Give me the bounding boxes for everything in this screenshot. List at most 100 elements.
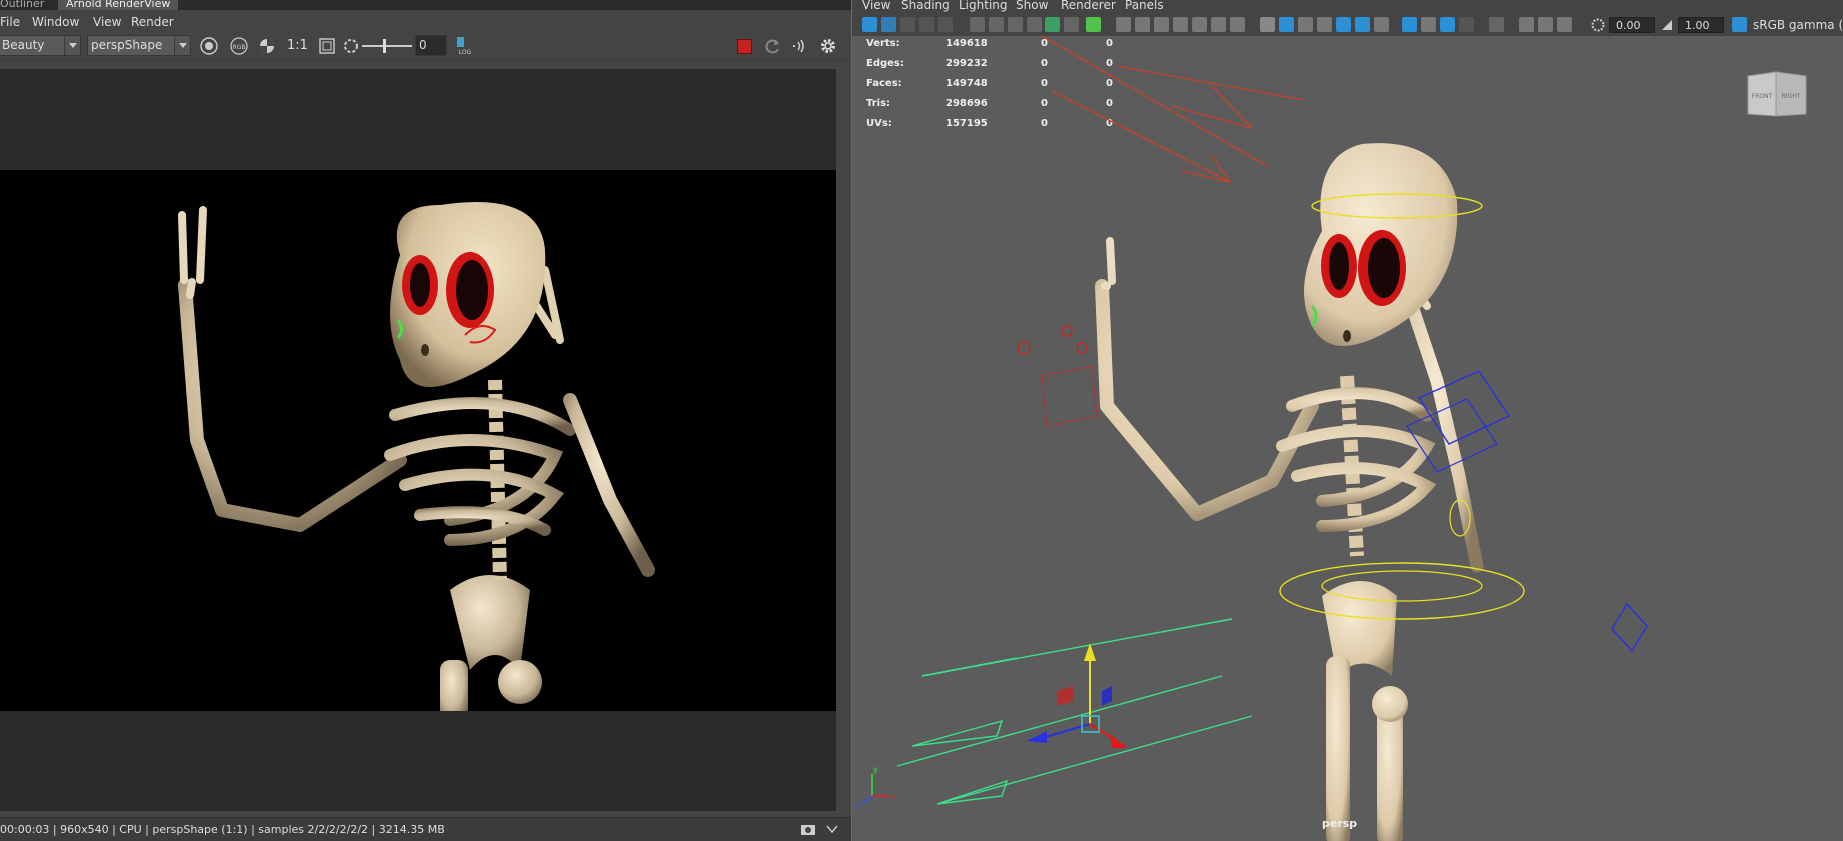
view-cube-front-label[interactable]: FRONT bbox=[1752, 93, 1773, 100]
snapshot-camera-icon[interactable] bbox=[800, 822, 816, 836]
axis-x-label: x bbox=[892, 792, 897, 801]
stop-render-button[interactable] bbox=[737, 39, 752, 54]
rgb-icon-label: RGB bbox=[233, 44, 246, 51]
alpha-toggle-icon[interactable] bbox=[257, 36, 277, 56]
gear-icon[interactable] bbox=[818, 36, 838, 56]
colorspace-label[interactable]: sRGB gamma (legacy) bbox=[1753, 18, 1843, 32]
exposure-icon bbox=[1591, 18, 1605, 32]
maya-viewport-panel: View Shading Lighting Show Renderer Pane… bbox=[852, 0, 1843, 841]
motion-blur-icon[interactable] bbox=[1317, 17, 1332, 32]
menu-panels[interactable]: Panels bbox=[1125, 0, 1164, 12]
film-gate-icon[interactable] bbox=[970, 17, 985, 32]
renderview-menubar: File Window View Render bbox=[0, 11, 851, 33]
wireframe-icon[interactable] bbox=[1116, 17, 1131, 32]
safe-action-icon[interactable] bbox=[1045, 17, 1060, 32]
move-manipulator[interactable] bbox=[1027, 643, 1128, 748]
gamma-icon bbox=[1662, 20, 1672, 30]
menu-view[interactable]: View bbox=[862, 0, 890, 12]
exposure-slider[interactable] bbox=[362, 39, 412, 53]
pixel-ratio-label[interactable]: 1:1 bbox=[287, 38, 308, 53]
exposure-icon[interactable] bbox=[341, 36, 361, 56]
camera-sequencer-icon[interactable] bbox=[1421, 17, 1436, 32]
gpu-override-icon[interactable] bbox=[1440, 17, 1455, 32]
xray-joints-icon[interactable] bbox=[1211, 17, 1226, 32]
wireframe-on-shaded-icon[interactable] bbox=[1173, 17, 1188, 32]
view-cube[interactable]: FRONT RIGHT bbox=[1746, 70, 1808, 120]
3d-viewport[interactable]: Verts: 149618 0 0 Edges: 299232 0 0 Face… bbox=[852, 36, 1843, 841]
screen-space-ao-icon[interactable] bbox=[1298, 17, 1313, 32]
render-status-text: 00:00:03 | 960x540 | CPU | perspShape (1… bbox=[0, 823, 445, 836]
tab-arnold-renderview[interactable]: Arnold RenderView bbox=[58, 0, 179, 10]
view-transform-icon[interactable] bbox=[1732, 17, 1747, 32]
exposure-field[interactable]: 0.00 bbox=[1609, 17, 1655, 33]
chevron-down-icon bbox=[64, 36, 80, 55]
view-cube-right-label[interactable]: RIGHT bbox=[1782, 93, 1801, 100]
xray-icon[interactable] bbox=[1192, 17, 1207, 32]
panel-tab-bar: Outliner Arnold RenderView bbox=[0, 0, 851, 10]
menu-view[interactable]: View bbox=[93, 15, 121, 29]
safe-title-icon[interactable] bbox=[1064, 17, 1079, 32]
log-icon-label: LOG bbox=[459, 49, 472, 56]
camera-dropdown[interactable]: perspShape bbox=[87, 35, 191, 56]
scene-geometry: y x z bbox=[855, 36, 1648, 841]
render-viewport[interactable] bbox=[0, 69, 836, 811]
ui-toggle-icon[interactable] bbox=[1459, 17, 1474, 32]
menu-show[interactable]: Show bbox=[1016, 0, 1048, 12]
gamma-field[interactable]: 1.00 bbox=[1678, 17, 1724, 33]
render-image bbox=[0, 170, 836, 711]
menu-window[interactable]: Window bbox=[32, 15, 79, 29]
crop-region-icon[interactable] bbox=[317, 36, 337, 56]
renderview-toolbar: Beauty perspShape RGB 1:1 0 LOG bbox=[0, 33, 851, 60]
isolate-select-icon[interactable] bbox=[1086, 17, 1101, 32]
axis-y-label: y bbox=[873, 765, 878, 774]
hardware-fog-icon[interactable] bbox=[1374, 17, 1389, 32]
camera-attributes-icon[interactable] bbox=[881, 17, 896, 32]
render-region-icon[interactable] bbox=[199, 36, 219, 56]
aov-dropdown-value: Beauty bbox=[2, 38, 45, 52]
rgb-channels-icon[interactable]: RGB bbox=[229, 36, 249, 56]
aov-dropdown[interactable]: Beauty bbox=[0, 35, 81, 56]
log-view-icon[interactable]: LOG bbox=[455, 36, 475, 56]
chevron-down-icon[interactable] bbox=[826, 824, 838, 834]
anti-aliasing-icon[interactable] bbox=[1336, 17, 1351, 32]
field-chart-icon[interactable] bbox=[1027, 17, 1042, 32]
area-lights-green[interactable] bbox=[896, 618, 1253, 805]
xray-active-components-icon[interactable] bbox=[1489, 17, 1504, 32]
select-camera-icon[interactable] bbox=[862, 17, 877, 32]
image-plane-icon[interactable] bbox=[919, 17, 934, 32]
menu-shading[interactable]: Shading bbox=[901, 0, 950, 12]
isolate-view-icon[interactable] bbox=[1402, 17, 1417, 32]
arnold-renderview-panel: Outliner Arnold RenderView File Window V… bbox=[0, 0, 851, 841]
resolution-gate-icon[interactable] bbox=[989, 17, 1004, 32]
tab-outliner[interactable]: Outliner bbox=[0, 0, 52, 10]
menu-lighting[interactable]: Lighting bbox=[959, 0, 1008, 12]
smooth-shade-icon[interactable] bbox=[1135, 17, 1150, 32]
exposure-slider-handle[interactable] bbox=[383, 39, 386, 53]
two-sided-lighting-icon[interactable] bbox=[1538, 17, 1553, 32]
viewport-menubar: View Shading Lighting Show Renderer Pane… bbox=[852, 0, 1843, 14]
backface-culling-icon[interactable] bbox=[1557, 17, 1572, 32]
axis-z-label: z bbox=[855, 801, 859, 810]
camera-dropdown-value: perspShape bbox=[91, 38, 163, 52]
color-management-icon[interactable] bbox=[1519, 17, 1534, 32]
menu-renderer[interactable]: Renderer bbox=[1061, 0, 1116, 12]
gate-mask-icon[interactable] bbox=[1008, 17, 1023, 32]
use-all-lights-icon[interactable] bbox=[1260, 17, 1275, 32]
ipr-broadcast-icon[interactable] bbox=[789, 36, 809, 56]
grid-icon[interactable] bbox=[938, 17, 953, 32]
rendered-skeleton-image bbox=[178, 202, 655, 711]
bookmark-icon[interactable] bbox=[900, 17, 915, 32]
viewport-toolbar: 0.00 1.00 sRGB gamma (legacy) bbox=[852, 14, 1843, 36]
depth-of-field-icon[interactable] bbox=[1355, 17, 1370, 32]
default-material-icon[interactable] bbox=[1154, 17, 1169, 32]
menu-file[interactable]: File bbox=[0, 15, 20, 29]
shadows-icon[interactable] bbox=[1279, 17, 1294, 32]
axis-indicator: y x z bbox=[855, 765, 897, 810]
refresh-icon[interactable] bbox=[763, 36, 783, 56]
exposure-field[interactable]: 0 bbox=[415, 35, 447, 56]
skeleton-mesh[interactable] bbox=[1095, 143, 1484, 841]
directional-light-red[interactable] bbox=[1041, 36, 1305, 184]
menu-render[interactable]: Render bbox=[131, 15, 174, 29]
camera-name-label: persp bbox=[1322, 817, 1358, 830]
textured-icon[interactable] bbox=[1230, 17, 1245, 32]
